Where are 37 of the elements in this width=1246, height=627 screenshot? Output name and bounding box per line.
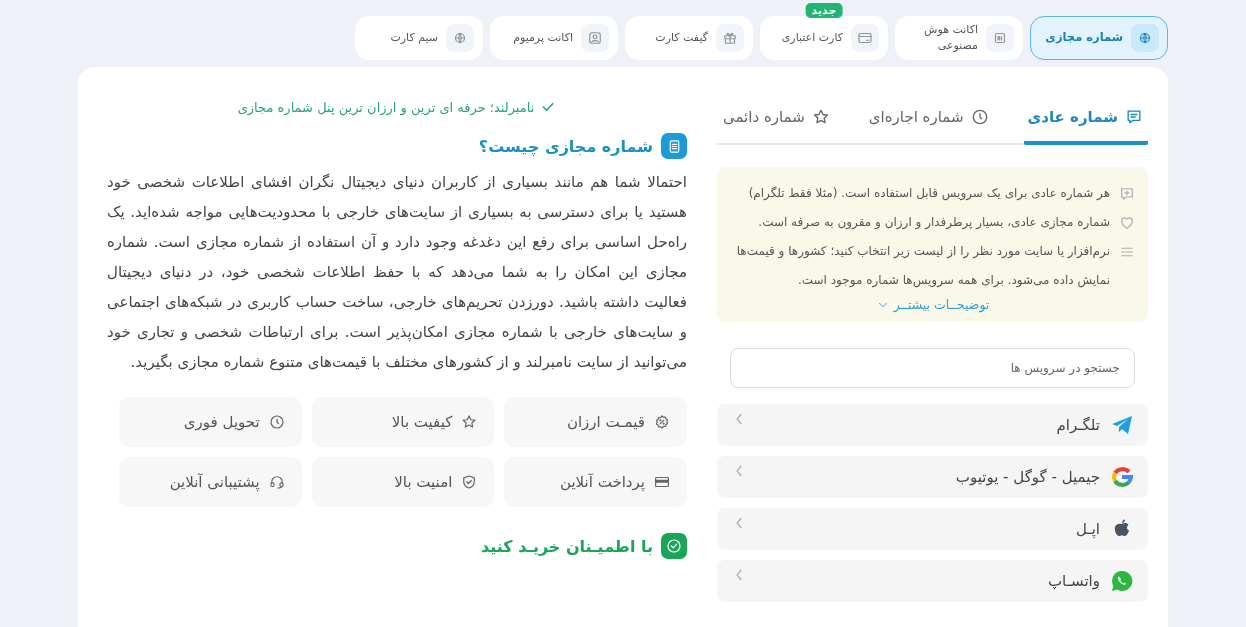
category-tab[interactable]: اکانت پرمیوم (490, 16, 618, 60)
info-text: شماره مجازی عادی، بسیار پرطرفدار و ارزان و مقرون به صرفه است. (758, 214, 1110, 232)
feature-card: تحویل فوری (119, 397, 302, 447)
description-paragraph: احتمالا شما هم مانند بسیاری از کاربران دنیای دیجیتال نگران افشای اطلاعات شخصی خود هستید یا برای دسترسی به بسیاری از سایت‌های خارجی با محدودیت‌هایی مواجه شده‌اید. یک راه‌حل اساسی برای رفع این دغدغه وجود دارد و آن استفاده از شماره مجازی است. شماره مجازی این امکان را به شما می‌دهد که با حفظ اطلاعات شخصی خود، در دنیای دیجیتال فعالیت داشته باشید. دورزدن تحریم‌های خارجی، ساخت حساب کاربری در شبکه‌های اجتماعی و سایت‌های خارجی با شماره مجازی امکان‌پذیر است. برای ارتباطات شخصی و تجاری خود می‌توانید از سایت نامبرلند و از کشورهای مختلف با قیمت‌های متنوع شماره مجازی بگیرید. (107, 172, 687, 373)
service-item[interactable]: تلگـرام (717, 404, 1148, 446)
feature-card: قیمـت ارزان (504, 397, 687, 447)
user-icon (586, 29, 604, 47)
category-tab[interactable]: سیم کارت (355, 16, 483, 60)
category-tab[interactable]: اکانت هوش مصنوعی (895, 16, 1023, 60)
number-type-tab[interactable]: شماره اجاره‌ای (864, 93, 994, 145)
feature-card: پشتیبانی آنلاین (119, 457, 302, 507)
category-tab[interactable]: شماره مجازی (1030, 16, 1168, 60)
section-heading: با اطمیـنان خریـد کنید (481, 536, 653, 556)
whatsapp-icon (1110, 569, 1134, 593)
category-tab[interactable]: گیفت کارت (625, 16, 753, 60)
new-badge: جدید (805, 3, 843, 18)
category-tab[interactable]: کارت اعتباری (760, 16, 888, 60)
headset-icon (267, 473, 286, 491)
heart-icon (1118, 214, 1136, 232)
clock-icon (267, 413, 286, 431)
service-item[interactable]: جیمیل - گوگل - یوتیوب (717, 456, 1148, 498)
service-item[interactable]: واتسـاپ (717, 560, 1148, 602)
feature-card: کیفیت بالا (311, 397, 495, 447)
message-plus-icon (1118, 185, 1136, 203)
google-g-icon (1110, 465, 1134, 489)
service-item[interactable]: اپـل (717, 508, 1148, 550)
paper-plane-icon (1110, 413, 1134, 437)
number-type-tab[interactable]: شماره دائمی (718, 93, 835, 145)
info-text: هر شماره عادی برای یک سرویس قابل استفاده است. (مثلا فقط تلگرام) (748, 185, 1110, 203)
feature-card: پرداخت آنلاین (504, 457, 687, 507)
tagline: نامبرلند؛ حرفه ای ترین و ارزان ترین پنل شماره مجازی (237, 99, 535, 115)
info-text: نرم‌افزار یا سایت مورد نظر را از لیست زیر انتخاب کنید؛ کشورها و قیمت‌ها نمایش داده می‌شود. برای همه سرویس‌ها شماره موجود است. (735, 243, 1110, 290)
number-type-tab[interactable]: شماره عادی (1023, 93, 1148, 145)
search-field[interactable]: جستجو در سرویس ها (730, 348, 1135, 388)
section-heading: شماره مجازی چیست؟ (478, 136, 653, 156)
feature-card: امنیت بالا (311, 457, 495, 507)
discount-icon (653, 413, 671, 431)
